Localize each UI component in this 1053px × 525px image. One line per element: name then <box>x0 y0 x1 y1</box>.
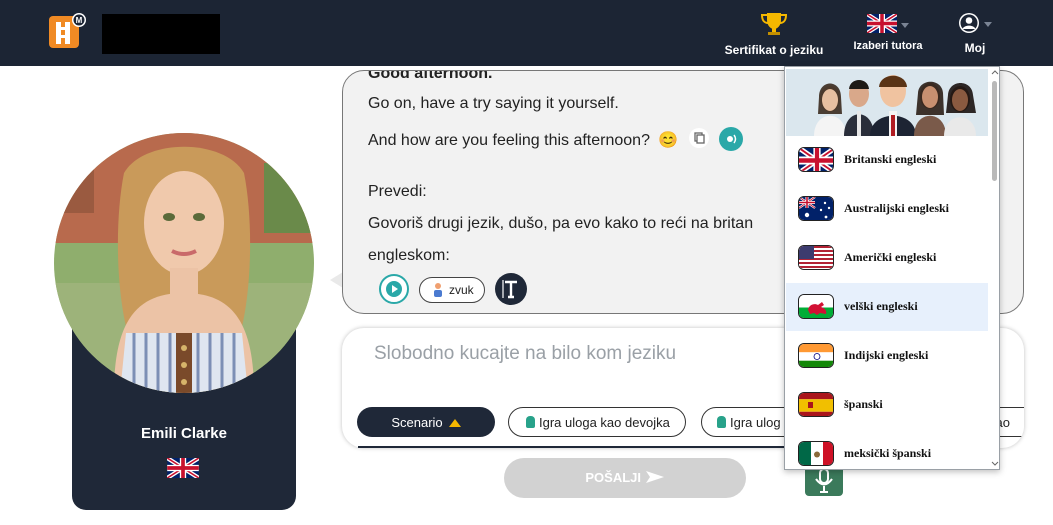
microphone-icon <box>815 468 833 493</box>
dropdown-item-indian[interactable]: Indijski engleski <box>786 332 988 380</box>
dropdown-item-australian[interactable]: Australijski engleski <box>786 185 988 233</box>
chevron-down-icon <box>991 461 999 466</box>
user-icon <box>958 12 980 37</box>
trophy-icon <box>760 13 788 35</box>
roleplay-girlfriend-chip[interactable]: Igra uloga kao devojka <box>508 407 686 437</box>
dropdown-item-spanish[interactable]: španski <box>786 381 988 429</box>
caret-up-icon <box>448 419 461 427</box>
dropdown-item-label: Američki engleski <box>844 250 937 264</box>
message-input-placeholder[interactable]: Slobodno kucajte na bilo kom jeziku <box>374 343 676 365</box>
certificate-nav[interactable]: Sertifikat o jeziku <box>722 12 826 57</box>
play-button[interactable] <box>379 274 409 304</box>
dropdown-item-american[interactable]: Američki engleski <box>786 234 988 282</box>
account-label: Moj <box>964 41 986 55</box>
message-line: Govoriš drugi jezik, dušo, pa evo kako t… <box>368 215 754 232</box>
uk-flag-icon <box>166 456 200 480</box>
microphone-button[interactable] <box>805 466 843 496</box>
dropdown-item-label: španski <box>844 397 883 411</box>
text-format-button[interactable] <box>495 273 527 305</box>
mexico-flag-icon <box>798 441 834 466</box>
send-arrow-icon <box>645 471 664 483</box>
sound-button[interactable]: zvuk <box>419 277 485 303</box>
dropdown-item-british[interactable]: Britanski engleski <box>786 136 988 184</box>
hand-icon <box>526 416 535 428</box>
chevron-down-icon <box>984 22 992 27</box>
smile-emoji-icon: 😊 <box>658 132 679 149</box>
uk-flag-icon <box>865 12 899 36</box>
dropdown-item-label: Britanski engleski <box>844 152 937 166</box>
speak-icon[interactable] <box>719 127 744 151</box>
dropdown-item-mexican[interactable]: meksički španski <box>786 430 988 469</box>
chip-label: Igra uloga kao devojka <box>539 415 670 430</box>
tutor-select-label: Izaberi tutora <box>853 40 923 52</box>
uk-flag-icon <box>798 147 834 172</box>
text-icon <box>502 280 517 299</box>
australia-flag-icon <box>798 196 834 221</box>
wales-flag-icon <box>798 294 834 319</box>
dropdown-scrollbar[interactable] <box>991 69 999 467</box>
account-nav[interactable]: Moj <box>955 12 995 55</box>
message-line-text: And how are you feeling this afternoon? <box>368 132 650 149</box>
person-icon <box>434 283 442 297</box>
india-flag-icon <box>798 343 834 368</box>
chevron-down-icon <box>901 22 909 28</box>
message-line-question: And how are you feeling this afternoon? … <box>368 127 744 151</box>
input-underline <box>358 446 788 448</box>
dropdown-item-label: meksički španski <box>844 446 932 460</box>
message-line: Prevedi: <box>368 183 427 200</box>
message-heading: Good afternoon. <box>368 70 493 82</box>
usa-flag-icon <box>798 245 834 270</box>
dropdown-item-welsh[interactable]: velški engleski <box>786 283 988 331</box>
svg-text:M: M <box>76 16 83 25</box>
certificate-label: Sertifikat o jeziku <box>724 43 824 57</box>
message-line: engleskom: <box>368 247 450 264</box>
spain-flag-icon <box>798 392 834 417</box>
scenario-button[interactable]: Scenario <box>357 407 495 437</box>
dropdown-item-label: velški engleski <box>844 299 918 313</box>
message-line: Go on, have a try saying it yourself. <box>368 95 619 112</box>
dropdown-item-label: Australijski engleski <box>844 201 950 215</box>
tutor-select-nav[interactable]: Izaberi tutora <box>846 12 930 52</box>
dropdown-scrollbar-thumb[interactable] <box>992 81 997 181</box>
chip-label: Igra ulog <box>730 415 781 430</box>
hand-icon <box>717 416 726 428</box>
copy-icon[interactable] <box>688 128 709 148</box>
tutors-group-photo <box>786 69 988 136</box>
chevron-up-icon <box>991 70 999 75</box>
tutor-name: Emili Clarke <box>141 425 227 442</box>
tutor-dropdown-menu: Britanski engleski Australijski engleski <box>784 66 1000 470</box>
send-button[interactable]: POŠALJI <box>504 458 746 498</box>
send-label: POŠALJI <box>585 470 641 485</box>
sound-label: zvuk <box>449 283 474 297</box>
scenario-label: Scenario <box>391 415 443 430</box>
redacted-brand-box <box>102 14 220 54</box>
dropdown-item-label: Indijski engleski <box>844 348 929 362</box>
app-logo[interactable]: M <box>47 12 87 52</box>
play-icon <box>386 281 402 297</box>
tutor-avatar <box>54 133 314 393</box>
